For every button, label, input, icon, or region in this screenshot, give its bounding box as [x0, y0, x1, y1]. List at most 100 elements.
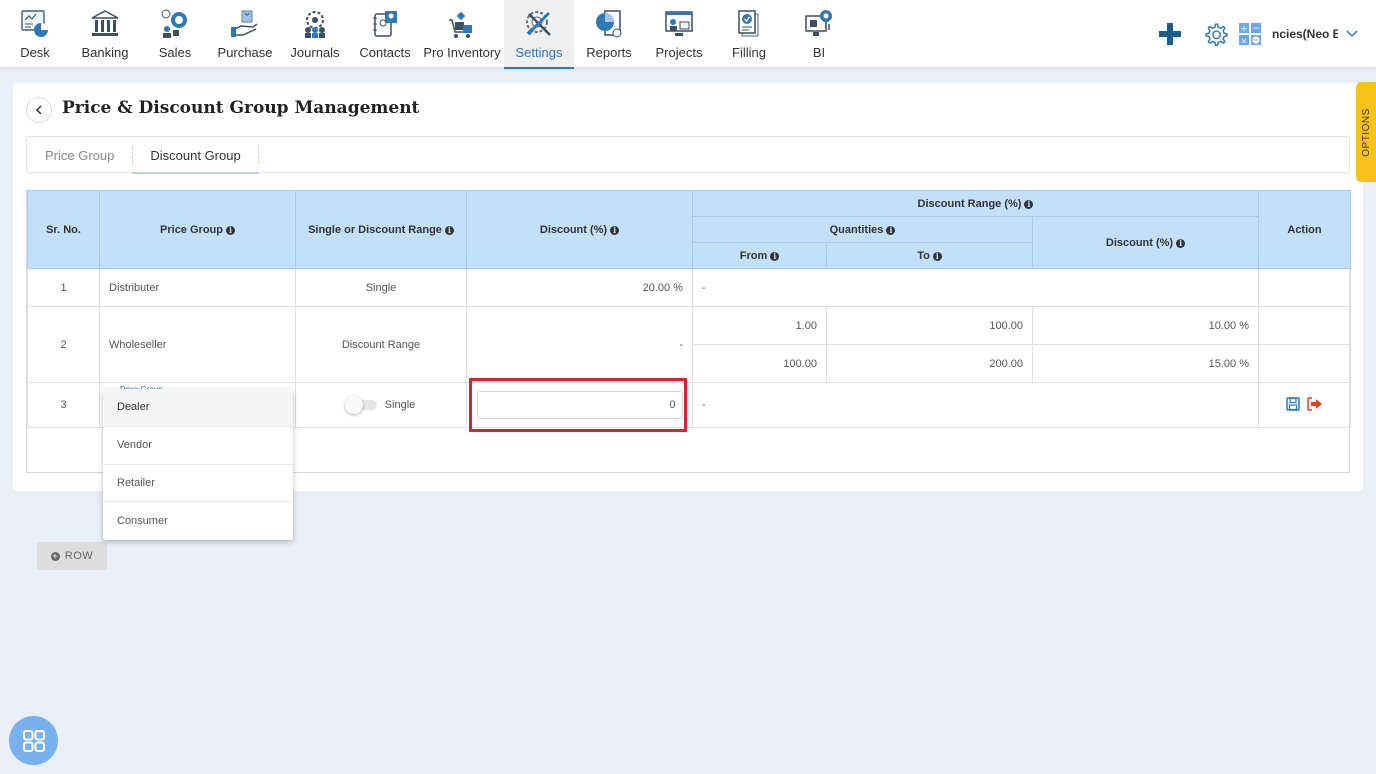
info-icon[interactable]: i [444, 225, 454, 235]
nav-item-filling[interactable]: Filling [714, 0, 784, 68]
nav-label: Contacts [359, 45, 411, 60]
plus-icon [1159, 23, 1181, 45]
discount-input[interactable] [476, 391, 683, 419]
grid-icon [22, 729, 45, 752]
active-tab-indicator [132, 172, 259, 174]
options-side-tab[interactable]: OPTIONS [1356, 82, 1376, 182]
header-discount-range: Discount Range (%) i [692, 190, 1259, 217]
add-button[interactable] [1158, 22, 1182, 46]
nav-label: Banking [81, 45, 129, 60]
header-text: Price Group [160, 223, 223, 236]
nav-item-projects[interactable]: Projects [644, 0, 714, 68]
add-row-label: ROW [64, 550, 94, 562]
bank-icon [91, 10, 119, 36]
add-row-button[interactable]: + ROW [37, 542, 107, 570]
company-dropdown-chevron[interactable] [1346, 30, 1358, 38]
cell-discount-range: - [692, 268, 1259, 307]
table-row: 2 Wholeseller Discount Range - 1.00 100.… [27, 306, 1351, 383]
cell-action [1258, 306, 1351, 345]
cell-action [1258, 268, 1351, 307]
svg-text:−: − [1252, 24, 1260, 34]
cell-range-from: 1.00 [692, 306, 827, 345]
desk-icon [21, 10, 48, 37]
nav-label: Settings [515, 45, 563, 60]
nav-item-sales[interactable]: Sales [140, 0, 210, 68]
header-text: Quantities [829, 223, 884, 236]
cell-action [1258, 344, 1351, 383]
cell-range-to: 200.00 [826, 344, 1033, 383]
svg-text:+: + [1240, 25, 1248, 35]
chevron-down-icon [1346, 30, 1358, 38]
inventory-icon [449, 11, 472, 38]
tab-label: Discount Group [150, 147, 241, 163]
tab-price-group[interactable]: Price Group [27, 137, 132, 173]
cell-sr-no: 3 [27, 382, 100, 428]
gear-icon [1204, 22, 1228, 46]
header-text: From [739, 249, 768, 262]
info-icon[interactable]: i [770, 251, 780, 261]
nav-item-settings[interactable]: Settings [504, 0, 574, 69]
table-row: 1 Distributer Single 20.00 % - [27, 268, 1351, 307]
back-button[interactable] [26, 97, 52, 123]
sales-icon [161, 9, 187, 38]
projects-icon [665, 11, 693, 36]
info-icon[interactable]: i [932, 251, 942, 261]
reports-icon [596, 10, 622, 38]
cell-range-from: 100.00 [692, 344, 827, 383]
nav-item-desk[interactable]: Desk [0, 0, 70, 68]
dropdown-option-retailer[interactable]: Retailer [103, 465, 293, 503]
header-discount: Discount (%) i [466, 190, 693, 269]
cell-discount: 20.00 % [466, 268, 693, 307]
single-range-toggle[interactable] [344, 396, 377, 415]
header-text: Discount (%) [539, 223, 608, 236]
header-single-or-range: Single or Discount Range i [295, 190, 467, 269]
nav-item-pro-inventory[interactable]: Pro Inventory [420, 0, 504, 68]
info-icon[interactable]: i [886, 225, 896, 235]
header-sr-no: Sr. No. [27, 190, 100, 269]
header-text: Discount (%) [1105, 236, 1174, 249]
info-icon[interactable]: i [610, 225, 620, 235]
chevron-left-icon [35, 105, 42, 115]
nav-label: Desk [20, 45, 50, 60]
plus-circle-icon: + [50, 550, 60, 561]
svg-text:×: × [1241, 37, 1248, 46]
header-tools: + − × ncies(Neo Ba [1158, 0, 1376, 68]
settings-button[interactable] [1202, 21, 1228, 47]
info-icon[interactable]: i [225, 225, 235, 235]
nav-label: Projects [655, 45, 703, 60]
cell-type: Discount Range [295, 306, 467, 383]
cell-discount [466, 382, 693, 428]
toggle-knob [344, 396, 363, 415]
header-price-group: Price Group i [99, 190, 296, 269]
header-text: Single or Discount Range [308, 223, 442, 236]
calculator-icon: + − × [1239, 23, 1261, 45]
info-icon[interactable]: i [1024, 199, 1034, 209]
save-button[interactable] [1286, 396, 1300, 414]
header-text: Sr. No. [46, 223, 81, 236]
cancel-button[interactable] [1307, 396, 1323, 414]
nav-label: Pro Inventory [423, 45, 501, 60]
tab-discount-group[interactable]: Discount Group [132, 137, 260, 174]
dropdown-option-consumer[interactable]: Consumer [103, 502, 293, 540]
nav-label: Purchase [217, 45, 273, 60]
nav-item-banking[interactable]: Banking [70, 0, 140, 68]
nav-item-contacts[interactable]: Contacts [350, 0, 420, 68]
cell-range-to: 100.00 [826, 306, 1033, 345]
settings-icon [526, 11, 551, 36]
nav-item-reports[interactable]: Reports [574, 0, 644, 68]
calculator-button[interactable]: + − × [1238, 22, 1262, 46]
cell-range-discount: 15.00 % [1032, 344, 1259, 383]
dropdown-option-dealer[interactable]: Dealer [103, 389, 293, 427]
nav-item-purchase[interactable]: Purchase [210, 0, 280, 68]
purchase-icon [231, 10, 258, 37]
journals-icon [305, 11, 325, 38]
info-icon[interactable]: i [1176, 238, 1186, 248]
nav-item-journals[interactable]: Journals [280, 0, 350, 68]
dropdown-option-vendor[interactable]: Vendor [103, 427, 293, 465]
options-label: OPTIONS [1360, 107, 1372, 157]
nav-item-bi[interactable]: BI [784, 0, 854, 68]
filling-icon [738, 10, 759, 37]
toggle-label: Single [384, 399, 416, 411]
company-name[interactable]: ncies(Neo Ba [1272, 27, 1338, 41]
apps-menu-button[interactable] [9, 716, 58, 765]
